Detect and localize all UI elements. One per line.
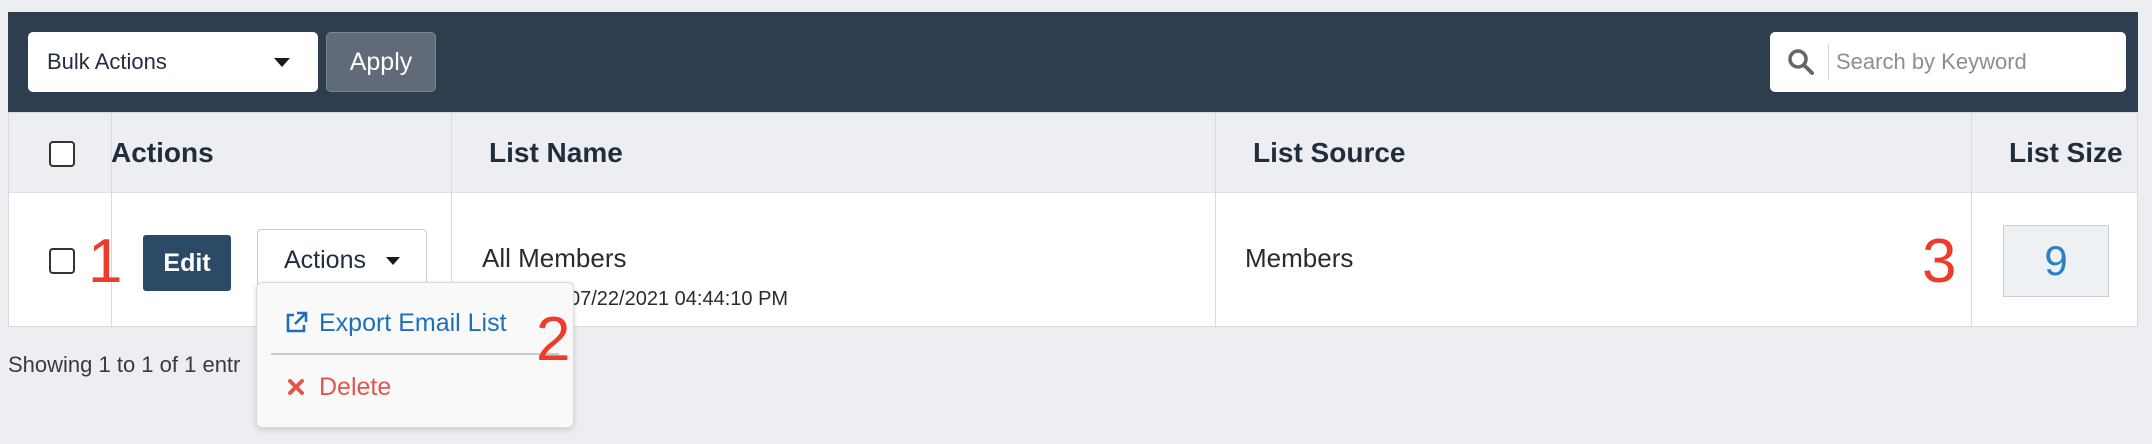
bulk-actions-select[interactable]: Bulk Actions	[28, 32, 318, 92]
chevron-down-icon	[274, 58, 290, 67]
external-link-icon	[286, 311, 308, 333]
row-checkbox[interactable]	[49, 248, 75, 274]
annotation-3: 3	[1922, 227, 1957, 296]
table-toolbar: Bulk Actions Apply	[8, 12, 2138, 112]
export-email-list-label: Export Email List	[319, 308, 507, 337]
row-actions-menu: Export Email List Delete	[256, 282, 574, 428]
pagination-info: Showing 1 to 1 of 1 entr	[8, 352, 241, 377]
list-source: Members	[1245, 243, 1354, 273]
bulk-actions-label: Bulk Actions	[47, 49, 167, 74]
header-actions[interactable]: Actions	[81, 113, 214, 193]
export-email-list-item[interactable]: Export Email List	[283, 303, 507, 343]
header-list-name[interactable]: List Name	[459, 113, 623, 193]
header-list-size[interactable]: List Size	[1979, 113, 2123, 193]
list-size-badge[interactable]: 9	[2003, 225, 2109, 297]
delete-label: Delete	[319, 372, 392, 401]
column-divider	[1971, 113, 1972, 328]
select-all-checkbox[interactable]	[49, 141, 75, 167]
annotation-1: 1	[88, 227, 123, 296]
search-divider	[1828, 44, 1829, 80]
search-icon	[1788, 49, 1814, 75]
table-header: Actions List Name List Source List Size	[9, 113, 2137, 193]
chevron-down-icon	[386, 257, 400, 265]
search-input[interactable]	[1836, 42, 2116, 82]
apply-button[interactable]: Apply	[326, 32, 436, 92]
header-list-source[interactable]: List Source	[1223, 113, 1405, 193]
list-name[interactable]: All Members	[482, 243, 626, 274]
delete-item[interactable]: Delete	[283, 367, 391, 407]
column-divider	[1215, 113, 1216, 328]
annotation-2: 2	[536, 305, 571, 374]
edit-button[interactable]: Edit	[143, 235, 231, 291]
search-box[interactable]	[1770, 32, 2126, 92]
row-actions-label: Actions	[284, 245, 366, 274]
menu-divider	[271, 353, 559, 355]
close-icon	[288, 379, 304, 395]
